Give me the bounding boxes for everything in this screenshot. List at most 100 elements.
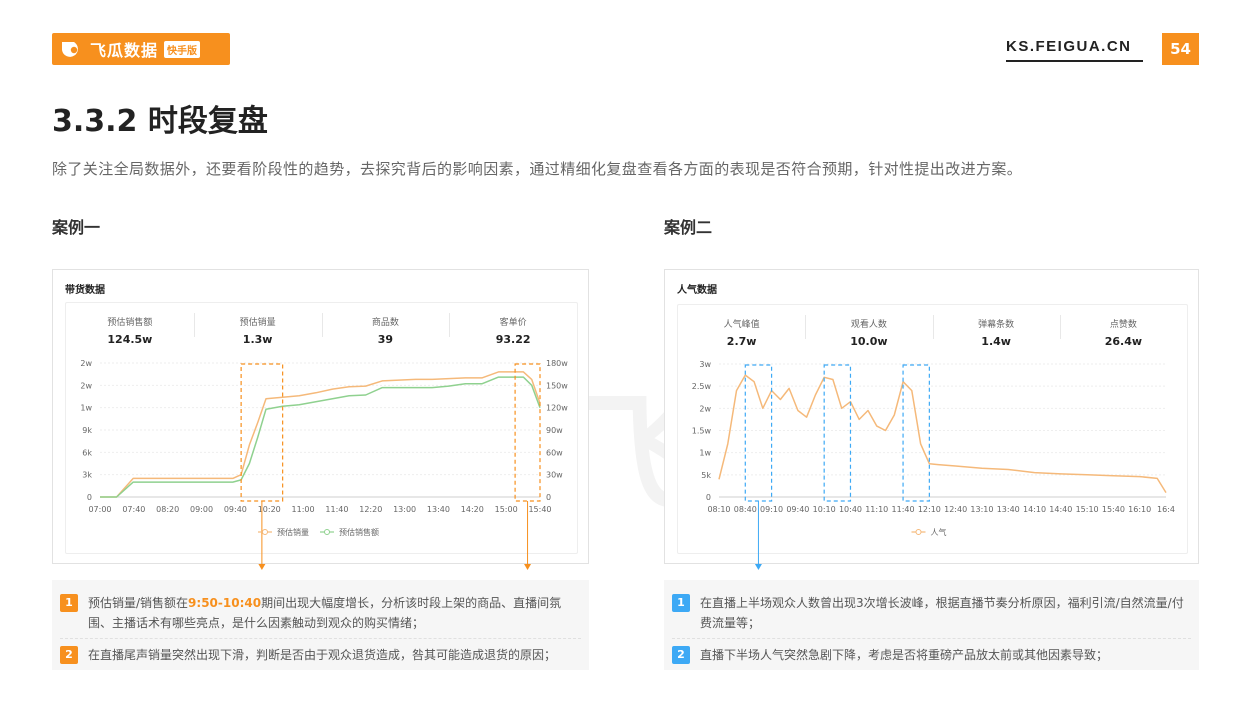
x-tick-label: 10:20	[258, 505, 281, 514]
x-tick-label: 15:40	[528, 505, 551, 514]
note-divider	[672, 638, 1191, 639]
stat-value: 1.4w	[981, 335, 1011, 348]
y-tick-label: 1.5w	[692, 427, 712, 436]
x-tick-label: 15:40	[1102, 505, 1125, 514]
x-tick-label: 08:10	[707, 505, 730, 514]
brand-logo-icon	[62, 42, 78, 57]
case2-stat: 观看人数 10.0w	[805, 305, 932, 353]
y-tick-label: 1w	[80, 404, 92, 413]
y2-tick-label: 180w	[546, 359, 568, 368]
case1-panel-title: 带货数据	[65, 285, 105, 296]
x-tick-label: 16:10	[1128, 505, 1151, 514]
stat-label: 人气峰值	[723, 320, 760, 330]
callout-arrow-icon	[258, 564, 266, 570]
stat-value: 93.22	[495, 333, 531, 346]
callout-arrow-icon	[754, 564, 762, 570]
x-tick-label: 16:4	[1157, 505, 1175, 514]
stat-label: 预估销量	[239, 318, 276, 328]
y-tick-label: 0	[87, 493, 92, 502]
highlight-box	[514, 363, 541, 502]
series-line	[718, 374, 1167, 493]
x-tick-label: 09:00	[190, 505, 213, 514]
case2-note-1: 1 在直播上半场观众人数曾出现3次增长波峰，根据直播节奏分析原因，福利引流/自然…	[672, 593, 1191, 633]
y2-tick-label: 0	[546, 493, 551, 502]
stat-label: 商品数	[371, 318, 399, 328]
note-number-badge: 1	[60, 594, 78, 612]
note-number-badge: 1	[672, 594, 690, 612]
case2-stats: 人气峰值 2.7w 观看人数 10.0w 弹幕条数 1.4w 点赞数 26.4w	[678, 305, 1187, 353]
y-tick-label: 3k	[82, 471, 92, 480]
y2-tick-label: 120w	[546, 404, 568, 413]
x-tick-label: 12:20	[359, 505, 382, 514]
site-url[interactable]: KS.FEIGUA.CN	[1006, 38, 1132, 55]
legend-marker	[262, 529, 268, 535]
case1-note-2: 2 在直播尾声销量突然出现下滑，判断是否由于观众退货造成，咎其可能造成退货的原因…	[60, 645, 581, 665]
y-tick-label: 5k	[701, 471, 711, 480]
y-tick-label: 1w	[699, 449, 711, 458]
case2-popularity-chart[interactable]: 0 5k 1w 1.5w 2w 2.5w 3w 08:10 08:40 09:10 09:40 10:…	[664, 350, 1199, 570]
x-tick-label: 09:10	[760, 505, 783, 514]
stat-value: 39	[377, 333, 394, 346]
series-line	[100, 371, 541, 498]
x-tick-label: 10:40	[839, 505, 862, 514]
case2-label: 案例二	[664, 218, 713, 237]
case2-notes: 1 在直播上半场观众人数曾出现3次增长波峰，根据直播节奏分析原因，福利引流/自然…	[664, 580, 1199, 670]
x-tick-label: 15:00	[495, 505, 518, 514]
x-tick-label: 11:40	[892, 505, 915, 514]
page-subtitle: 除了关注全局数据外，还要看阶段性的趋势，去探究背后的影响因素，通过精细化复盘查看…	[52, 160, 1023, 178]
y-tick-label: 2w	[80, 359, 92, 368]
stat-value: 26.4w	[1104, 335, 1143, 348]
y-tick-label: 2w	[699, 404, 711, 413]
stat-label: 点赞数	[1109, 320, 1137, 330]
brand-logo[interactable]: 飞瓜数据 快手版	[52, 33, 230, 65]
case2-note-2: 2 直播下半场人气突然急剧下降，考虑是否将重磅产品放太前或其他因素导致；	[672, 645, 1191, 665]
note-number-badge: 2	[60, 646, 78, 664]
x-tick-label: 14:10	[1023, 505, 1046, 514]
x-tick-label: 12:40	[944, 505, 967, 514]
case1-stat: 预估销量 1.3w	[193, 303, 322, 351]
brand-badge: 快手版	[164, 40, 201, 58]
x-tick-label: 13:10	[970, 505, 993, 514]
y2-tick-label: 90w	[546, 426, 563, 435]
callout-arrow-icon	[524, 564, 532, 570]
x-tick-label: 08:20	[156, 505, 179, 514]
stat-value: 10.0w	[850, 335, 888, 348]
case1-sales-chart[interactable]: 0 3k 6k 9k 1w 2w 2w 0 30w 60w 90w 120w 150w 180w 07:00…	[52, 350, 589, 570]
y-tick-label: 6k	[82, 448, 92, 457]
x-tick-label: 07:40	[122, 505, 145, 514]
case2-stat: 弹幕条数 1.4w	[932, 305, 1060, 353]
note-text: 预估销量/销售额在9:50-10:40期间出现大幅度增长，分析该时段上架的商品、…	[60, 593, 581, 633]
stat-label: 弹幕条数	[978, 320, 1015, 330]
legend-label: 预估销量	[277, 527, 309, 537]
x-tick-label: 15:10	[1076, 505, 1099, 514]
case1-note-1: 1 预估销量/销售额在9:50-10:40期间出现大幅度增长，分析该时段上架的商…	[60, 593, 581, 633]
legend-label: 人气	[931, 527, 947, 537]
site-underline	[1006, 60, 1143, 62]
case1-stats: 预估销售额 124.5w 预估销量 1.3w 商品数 39 客单价 93.22	[66, 303, 577, 351]
x-tick-label: 14:20	[461, 505, 484, 514]
note-text-pre: 预估销量/销售额在	[88, 596, 189, 610]
y-tick-label: 0	[706, 493, 711, 502]
x-tick-label: 11:40	[325, 505, 348, 514]
case1-notes: 1 预估销量/销售额在9:50-10:40期间出现大幅度增长，分析该时段上架的商…	[52, 580, 589, 670]
brand-name: 飞瓜数据	[90, 41, 159, 60]
case2-panel-title: 人气数据	[677, 285, 717, 296]
y-tick-label: 9k	[82, 426, 92, 435]
note-text: 直播下半场人气突然急剧下降，考虑是否将重磅产品放太前或其他因素导致；	[700, 648, 1109, 662]
x-tick-label: 13:40	[427, 505, 450, 514]
case2-stat: 人气峰值 2.7w	[678, 305, 805, 353]
case1-stat: 客单价 93.22	[449, 303, 577, 351]
case1-stat: 预估销售额 124.5w	[66, 303, 194, 351]
y2-tick-label: 30w	[546, 471, 563, 480]
case2-stat: 点赞数 26.4w	[1059, 305, 1187, 353]
x-tick-label: 12:10	[918, 505, 941, 514]
y-tick-label: 3w	[699, 360, 711, 369]
note-divider	[60, 638, 581, 639]
x-tick-label: 14:40	[1049, 505, 1072, 514]
stat-label: 观看人数	[850, 320, 887, 330]
stat-label: 客单价	[499, 318, 527, 328]
stat-value: 2.7w	[726, 335, 757, 348]
x-tick-label: 09:40	[224, 505, 247, 514]
y2-tick-label: 150w	[546, 381, 568, 390]
y-tick-label: 2.5w	[692, 382, 712, 391]
